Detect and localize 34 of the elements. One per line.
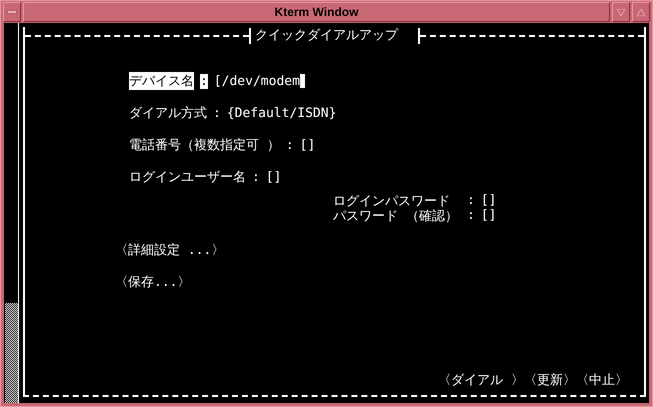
field-separator: : [467,208,475,223]
dialog-button[interactable]: 〈中止〉 [576,371,628,389]
scrollbar[interactable] [4,23,19,403]
maximize-button[interactable] [632,2,650,22]
field-value[interactable]: [] [266,170,282,184]
field-label[interactable]: ログインユーザー名 [129,168,246,186]
bar-icon [7,10,17,14]
field-separator: : [200,74,208,88]
field-value[interactable]: {Default/ISDN} [226,106,336,120]
dialog-button[interactable]: 〈更新〉 [524,371,576,389]
field-value[interactable]: [] [480,208,496,223]
field-label[interactable]: パスワード （確認） [333,206,461,224]
field-value[interactable]: [] [300,138,316,152]
field-separator: : [213,106,221,120]
field-separator: : [467,193,475,208]
text-cursor [300,74,305,88]
field-value[interactable]: [/dev/modem [214,74,300,88]
down-triangle-icon [617,8,625,16]
scrollbar-thumb[interactable] [5,303,18,403]
field-label[interactable]: デバイス名 [129,72,194,90]
dialog-button[interactable]: 〈ダイアル 〉 [438,371,524,389]
dialog-title: クイックダイアルアップ [249,28,420,44]
field-label[interactable]: ダイアル方式 [129,104,207,122]
window-title: Kterm Window [23,2,610,22]
field-label[interactable]: 電話番号（複数指定可 ） [129,136,280,154]
action-link[interactable]: 〈保存...〉 [115,273,190,291]
field-separator: : [286,138,294,152]
window-menu-button[interactable] [3,2,21,22]
action-link[interactable]: 〈詳細設定 ...〉 [115,241,224,259]
field-separator: : [252,170,260,184]
field-value[interactable]: [] [480,193,496,208]
minimize-button[interactable] [612,2,630,22]
up-triangle-icon [637,8,645,16]
field-label[interactable]: ログインパスワード [333,192,461,210]
